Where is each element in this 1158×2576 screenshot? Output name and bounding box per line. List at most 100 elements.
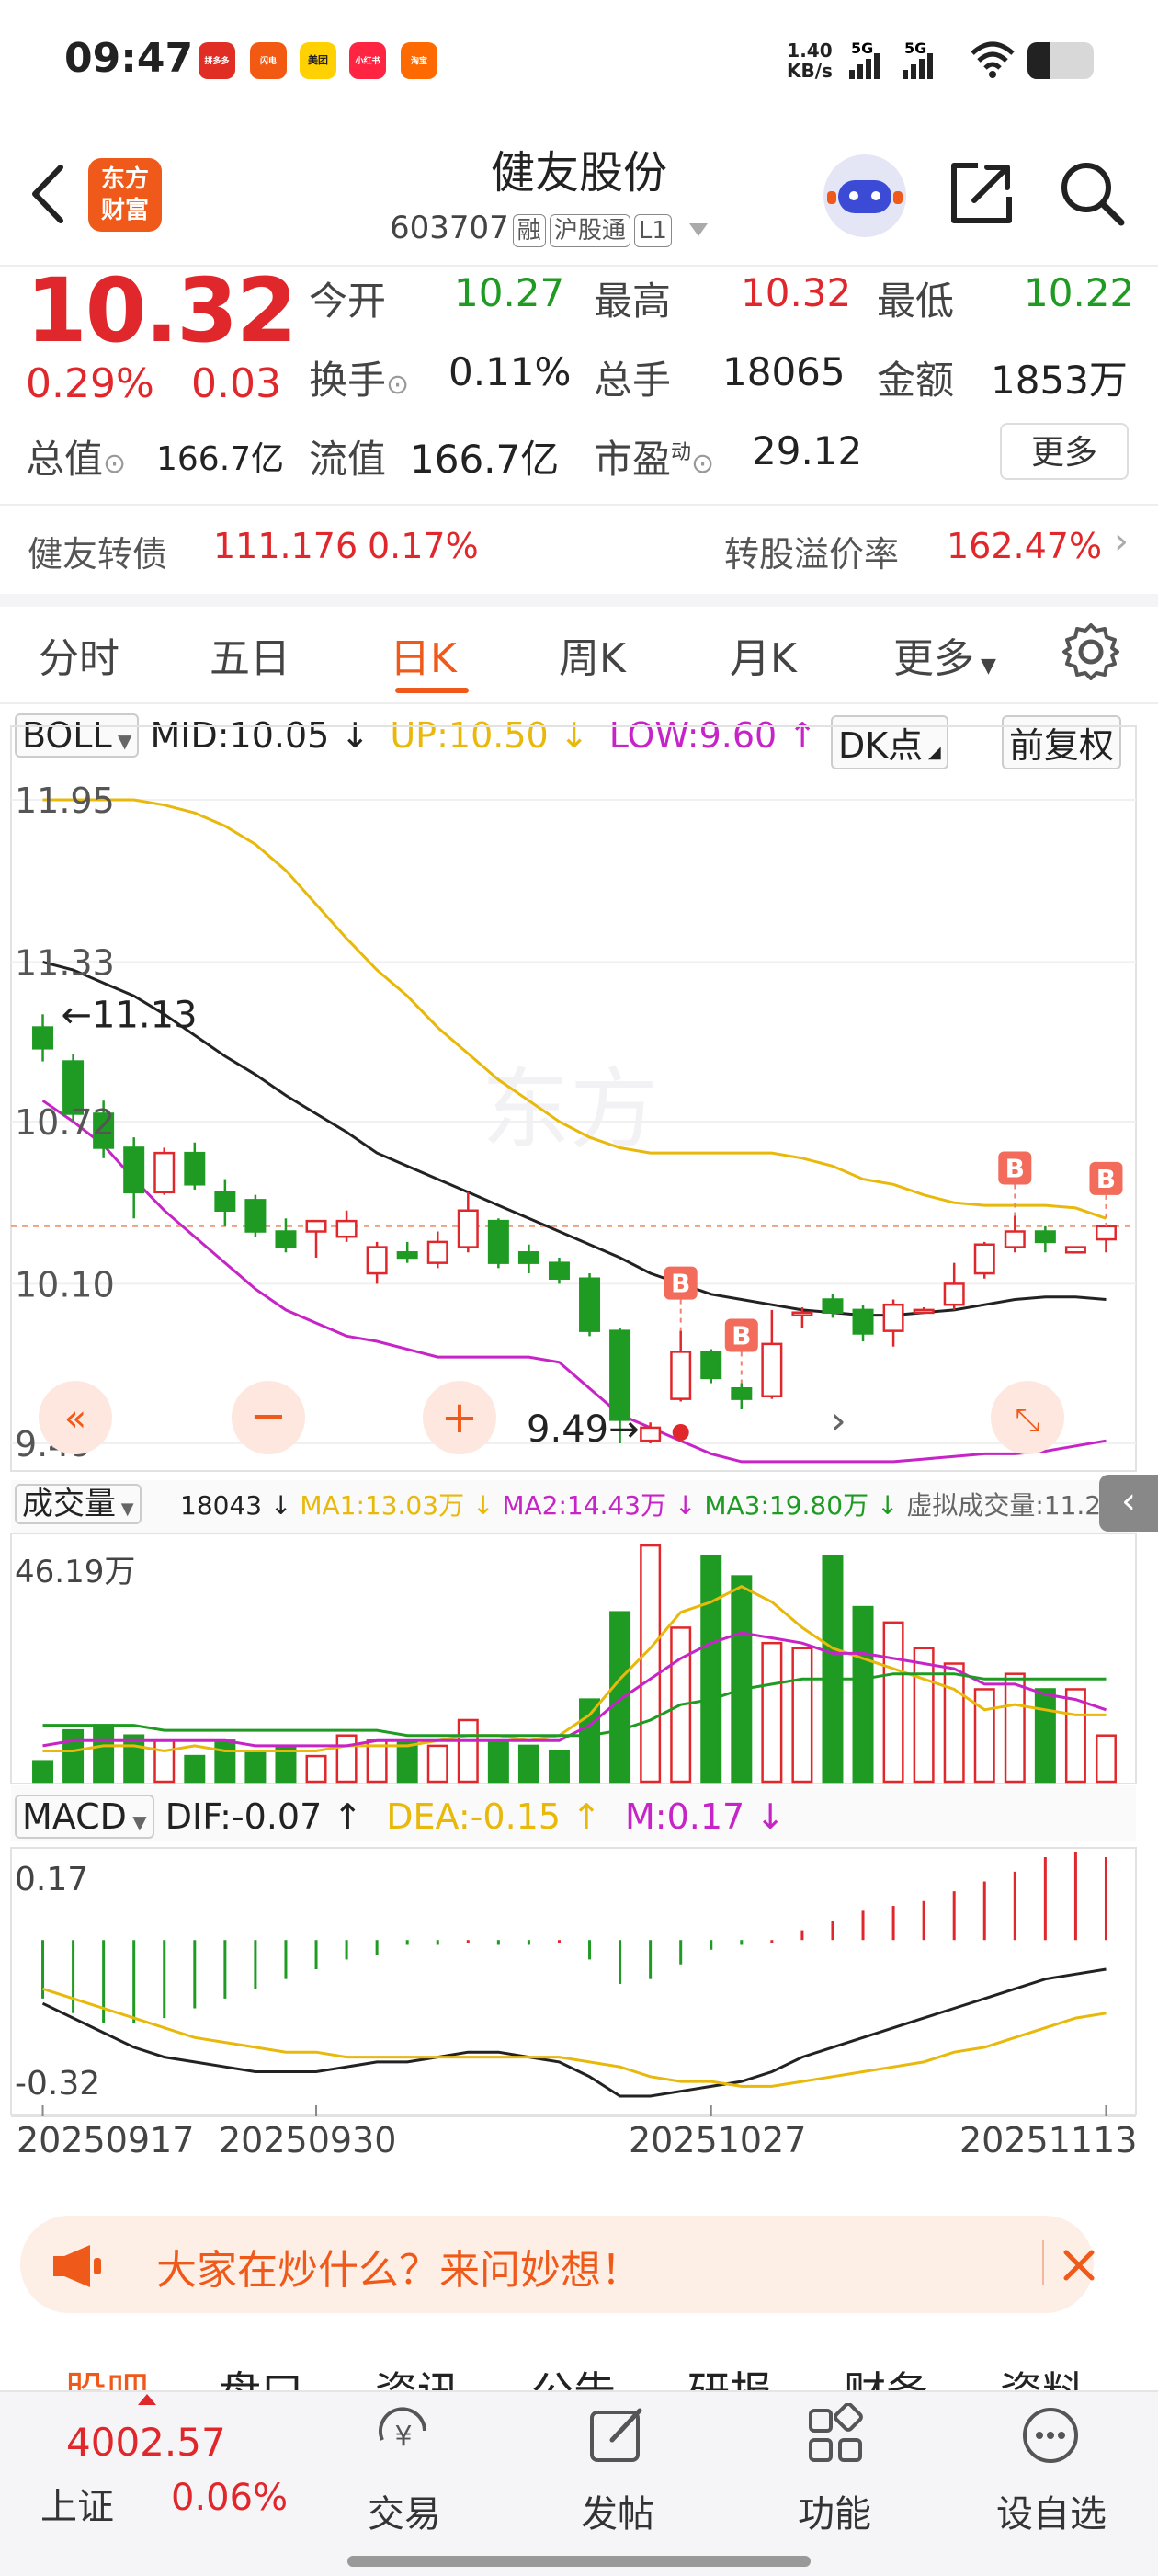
volume-bar bbox=[93, 1724, 115, 1784]
candle-body bbox=[487, 1219, 509, 1264]
signal-icon: 5G 5G bbox=[849, 40, 933, 79]
tab-finance[interactable]: 财务 bbox=[844, 2359, 928, 2390]
dropdown-caret-icon[interactable] bbox=[688, 222, 708, 236]
candle-body bbox=[457, 1209, 479, 1248]
divider bbox=[1042, 2240, 1044, 2285]
close-icon[interactable] bbox=[1061, 2247, 1097, 2284]
nav-post[interactable]: 发帖 bbox=[562, 2484, 673, 2537]
candle-body bbox=[670, 1351, 692, 1400]
svg-text:5G: 5G bbox=[904, 40, 926, 57]
index-name[interactable]: 上证 bbox=[40, 2477, 114, 2530]
tab-forum[interactable]: 股吧 bbox=[64, 2359, 149, 2390]
candle-body bbox=[609, 1329, 631, 1421]
bond-price: 111.176 bbox=[213, 526, 358, 566]
info-icon[interactable]: ⊙ bbox=[691, 448, 714, 480]
macd-panel-frame bbox=[10, 1847, 1137, 2115]
tab-news[interactable]: 资讯 bbox=[375, 2359, 460, 2390]
turnover-value: 0.11% bbox=[448, 349, 572, 394]
candle bbox=[184, 1142, 206, 1190]
app-logo[interactable]: 东方 财富 bbox=[88, 158, 162, 232]
volume-bar bbox=[852, 1605, 874, 1784]
date-label: 20250917 bbox=[17, 2120, 195, 2160]
level-tag: L1 bbox=[633, 214, 672, 247]
caret-down-icon: ▼ bbox=[974, 655, 996, 678]
tab-profile[interactable]: 资料 bbox=[1000, 2359, 1084, 2390]
candle-body bbox=[244, 1199, 267, 1233]
tab-intraday[interactable]: 分时 bbox=[39, 625, 119, 684]
buy-signal-marker: B bbox=[1089, 1161, 1123, 1226]
nav-trade[interactable]: 交易 bbox=[349, 2484, 460, 2537]
candle-body bbox=[153, 1151, 176, 1194]
back-arrow-icon[interactable] bbox=[26, 162, 72, 226]
macd-selector[interactable]: MACD ▼ bbox=[15, 1795, 154, 1839]
trade-icon[interactable]: ¥ bbox=[371, 2403, 436, 2468]
tab-daily-k[interactable]: 日K bbox=[390, 625, 457, 684]
divider bbox=[0, 702, 1158, 704]
buy-signal-label: B bbox=[732, 1321, 751, 1351]
tab-orderbook[interactable]: 盘口 bbox=[219, 2359, 303, 2390]
volume-bar bbox=[153, 1739, 176, 1784]
candle bbox=[396, 1241, 418, 1263]
info-icon[interactable]: ⊙ bbox=[386, 369, 409, 401]
low-label: 最低 bbox=[877, 279, 955, 324]
tab-weekly-k[interactable]: 周K bbox=[559, 625, 626, 684]
tab-monthly-k[interactable]: 月K bbox=[730, 625, 797, 684]
nav-watchlist[interactable]: 设自选 bbox=[978, 2484, 1125, 2537]
expand-icon: ⤡ bbox=[1015, 1402, 1039, 1439]
tab-announcements[interactable]: 公告 bbox=[531, 2359, 616, 2390]
double-chevron-left-icon: « bbox=[64, 1397, 86, 1440]
minus-icon: − bbox=[250, 1390, 287, 1442]
more-button[interactable]: 更多 bbox=[1000, 423, 1129, 480]
candle bbox=[426, 1231, 448, 1269]
tab-research[interactable]: 研报 bbox=[687, 2359, 772, 2390]
volume-bar bbox=[214, 1739, 236, 1784]
buy-signal-label: B bbox=[671, 1269, 690, 1299]
volume-indicator-row: 成交量 ▼ bbox=[15, 1478, 142, 1524]
ai-assistant-icon[interactable] bbox=[823, 154, 906, 237]
volume-bar bbox=[882, 1621, 904, 1784]
convertible-bond-row[interactable]: 健友转债 111.176 0.17% 转股溢价率 162.47% › bbox=[0, 517, 1158, 587]
change-amount: 0.03 bbox=[191, 360, 281, 407]
index-value[interactable]: 4002.57 bbox=[66, 2420, 226, 2465]
macd-dif-line bbox=[41, 1967, 1107, 2098]
candle-body bbox=[366, 1246, 388, 1275]
candle bbox=[852, 1305, 874, 1342]
section-gap bbox=[0, 594, 1158, 607]
chevron-right-icon: › bbox=[1114, 520, 1129, 563]
share-icon[interactable] bbox=[947, 158, 1016, 228]
info-icon[interactable]: ⊙ bbox=[103, 448, 126, 480]
net-speed: 1.40 KB/s bbox=[787, 40, 833, 82]
candle-body bbox=[184, 1151, 206, 1186]
volume-bar bbox=[943, 1662, 965, 1784]
content-tabs: 股吧 盘口 资讯 公告 研报 财务 资料 bbox=[0, 2331, 1158, 2390]
nav-functions[interactable]: 功能 bbox=[779, 2484, 890, 2537]
volume-bar bbox=[822, 1554, 844, 1784]
search-icon[interactable] bbox=[1057, 158, 1127, 228]
tab-more[interactable]: 更多 ▼ bbox=[893, 625, 996, 684]
volume-selector[interactable]: 成交量 ▼ bbox=[15, 1484, 142, 1524]
functions-icon[interactable] bbox=[803, 2403, 868, 2468]
settings-gear-icon[interactable] bbox=[1061, 621, 1121, 682]
max-price-annotation: ←11.13 bbox=[62, 994, 198, 1036]
meituan-icon: 美团 bbox=[300, 42, 336, 79]
volume-bar bbox=[457, 1718, 479, 1784]
post-icon[interactable] bbox=[585, 2403, 649, 2468]
candle-body bbox=[913, 1308, 935, 1315]
collapse-panel-button[interactable]: ‹ bbox=[1099, 1475, 1158, 1532]
index-pct[interactable]: 0.06% bbox=[171, 2477, 288, 2519]
kline-chart[interactable]: 东方 11.9511.3310.7210.109.49 ←11.139.49→B… bbox=[0, 717, 1158, 2188]
xiaohongshu-icon: 小红书 bbox=[349, 42, 386, 79]
candle bbox=[153, 1147, 176, 1195]
volume-bar bbox=[579, 1698, 601, 1784]
volume-ma2: MA2:14.43万 ↓ bbox=[502, 1490, 697, 1521]
candle-body bbox=[822, 1298, 844, 1314]
watchlist-icon[interactable] bbox=[1018, 2403, 1083, 2468]
volume-bar bbox=[700, 1554, 722, 1784]
price-axis-label: 10.72 bbox=[15, 1102, 115, 1143]
pinduoduo-icon: 拼多多 bbox=[199, 42, 235, 79]
taobao-icon: 淘宝 bbox=[401, 42, 437, 79]
candle-body bbox=[1004, 1230, 1026, 1248]
tab-five-day[interactable]: 五日 bbox=[210, 625, 290, 684]
candle bbox=[579, 1273, 601, 1337]
mktcap-label: 总值⊙ bbox=[26, 437, 127, 482]
